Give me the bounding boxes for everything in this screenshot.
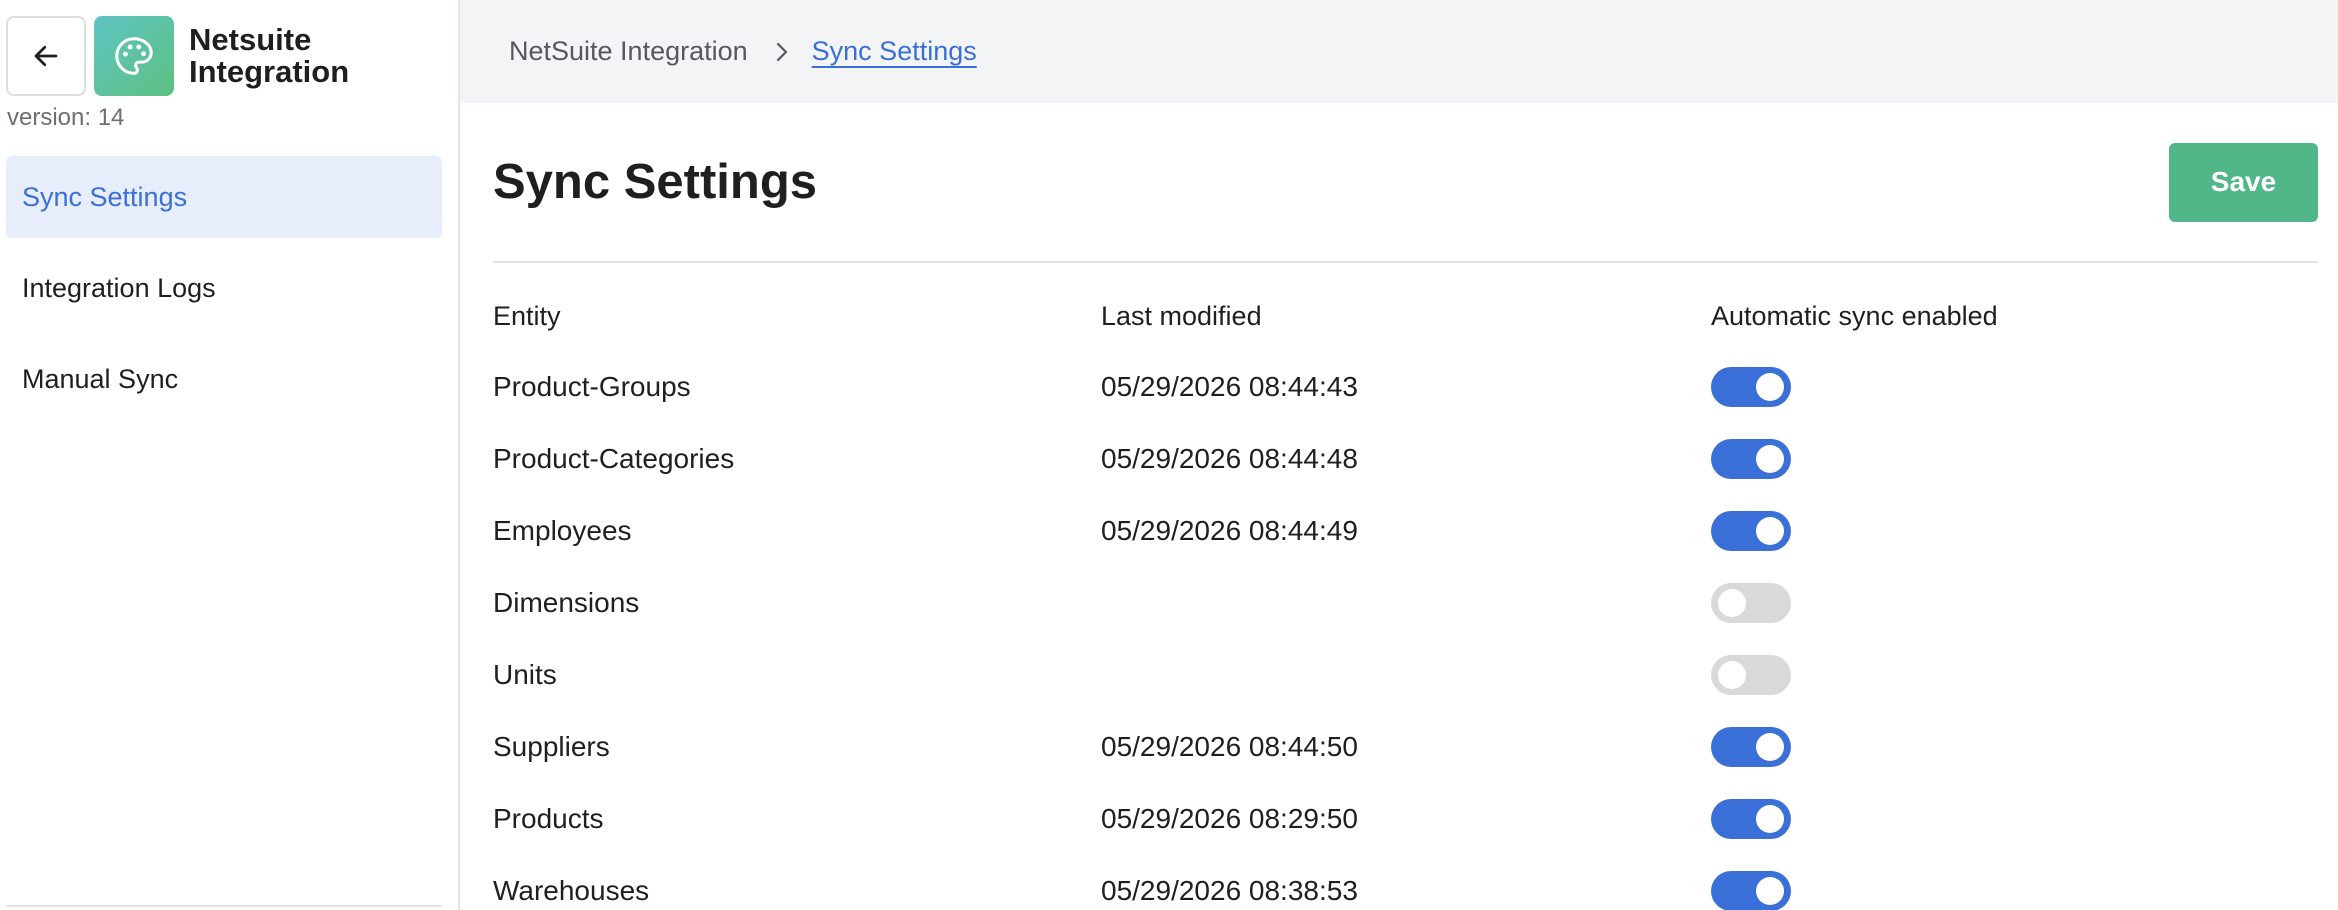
entity-cell: Product-Categories — [493, 443, 735, 474]
sidebar-item-manual-sync[interactable]: Manual Sync — [6, 338, 442, 420]
sidebar-item-integration-logs[interactable]: Integration Logs — [6, 247, 442, 329]
app-name-line2: Integration — [189, 54, 350, 89]
entity-cell: Warehouses — [493, 875, 650, 906]
auto-sync-toggle[interactable] — [1711, 727, 1791, 767]
table-row: Units — [493, 639, 2318, 711]
page-body: Sync Settings Save Entity Last modified … — [460, 103, 2338, 910]
column-header-auto-sync: Automatic sync enabled — [1711, 300, 1998, 331]
sidebar-item-label: Manual Sync — [22, 363, 179, 394]
last-modified-cell: 05/29/2026 08:44:48 — [1101, 443, 1358, 474]
auto-sync-toggle[interactable] — [1711, 871, 1791, 910]
app-root: Netsuite Integration version: 14 Sync Se… — [0, 0, 2338, 910]
sidebar-item-label: Sync Settings — [22, 181, 188, 212]
last-modified-cell: 05/29/2026 08:44:50 — [1101, 731, 1358, 762]
toggle-knob — [1718, 589, 1746, 617]
column-header-entity: Entity — [493, 300, 561, 331]
palette-icon — [115, 37, 153, 75]
arrow-left-icon — [34, 45, 58, 67]
sidebar-item-sync-settings[interactable]: Sync Settings — [6, 156, 442, 238]
version-label: version: 14 — [7, 104, 125, 131]
toggle-knob — [1756, 445, 1784, 473]
table-header-row: Entity Last modified Automatic sync enab… — [493, 281, 2318, 351]
entity-cell: Units — [493, 659, 557, 690]
page-title: Sync Settings — [493, 155, 818, 209]
breadcrumb-current[interactable]: Sync Settings — [812, 36, 977, 67]
page-header: Sync Settings Save — [493, 103, 2318, 263]
table-row: Product-Categories 05/29/2026 08:44:48 — [493, 423, 2318, 495]
table-row: Product-Groups 05/29/2026 08:44:43 — [493, 351, 2318, 423]
app-name-line1: Netsuite — [189, 22, 312, 57]
chevron-right-icon — [774, 40, 790, 64]
app-name: Netsuite Integration — [189, 24, 349, 88]
app-logo — [94, 16, 174, 96]
table-row: Suppliers 05/29/2026 08:44:50 — [493, 711, 2318, 783]
toggle-knob — [1756, 373, 1784, 401]
sidebar: Netsuite Integration version: 14 Sync Se… — [0, 0, 460, 910]
breadcrumb-parent[interactable]: NetSuite Integration — [509, 36, 748, 67]
toggle-knob — [1756, 733, 1784, 761]
sidebar-nav: Sync Settings Integration Logs Manual Sy… — [0, 156, 458, 420]
entity-cell: Suppliers — [493, 731, 610, 762]
table-row: Dimensions — [493, 567, 2318, 639]
entity-cell: Product-Groups — [493, 371, 691, 402]
entity-cell: Employees — [493, 515, 632, 546]
toggle-knob — [1756, 517, 1784, 545]
table-row: Employees 05/29/2026 08:44:49 — [493, 495, 2318, 567]
auto-sync-toggle[interactable] — [1711, 655, 1791, 695]
table-row: Products 05/29/2026 08:29:50 — [493, 783, 2318, 855]
entity-cell: Products — [493, 803, 604, 834]
sidebar-divider — [6, 905, 442, 907]
last-modified-cell: 05/29/2026 08:38:53 — [1101, 875, 1358, 906]
toggle-knob — [1756, 877, 1784, 905]
auto-sync-toggle[interactable] — [1711, 511, 1791, 551]
sync-settings-table: Entity Last modified Automatic sync enab… — [493, 281, 2318, 910]
auto-sync-toggle[interactable] — [1711, 583, 1791, 623]
table-row: Warehouses 05/29/2026 08:38:53 — [493, 855, 2318, 910]
toggle-knob — [1718, 661, 1746, 689]
save-button[interactable]: Save — [2169, 142, 2318, 222]
back-button[interactable] — [6, 16, 86, 96]
column-header-last-modified: Last modified — [1101, 300, 1262, 331]
main-content: NetSuite Integration Sync Settings Sync … — [460, 0, 2338, 910]
breadcrumb: NetSuite Integration Sync Settings — [460, 0, 2338, 103]
last-modified-cell: 05/29/2026 08:29:50 — [1101, 803, 1358, 834]
app-header: Netsuite Integration — [0, 0, 458, 98]
sidebar-item-label: Integration Logs — [22, 272, 216, 303]
auto-sync-toggle[interactable] — [1711, 367, 1791, 407]
entity-cell: Dimensions — [493, 587, 640, 618]
last-modified-cell: 05/29/2026 08:44:49 — [1101, 515, 1358, 546]
last-modified-cell: 05/29/2026 08:44:43 — [1101, 371, 1358, 402]
auto-sync-toggle[interactable] — [1711, 439, 1791, 479]
auto-sync-toggle[interactable] — [1711, 799, 1791, 839]
toggle-knob — [1756, 805, 1784, 833]
